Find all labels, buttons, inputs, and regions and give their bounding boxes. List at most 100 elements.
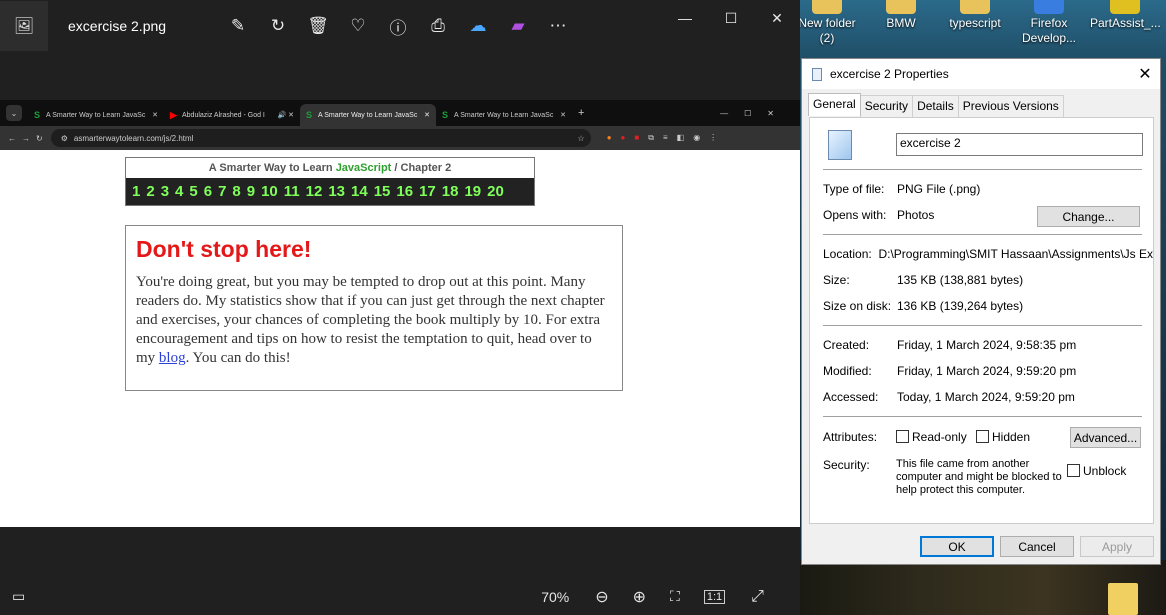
address-bar[interactable]: ⚙ asmarterwaytolearn.com/js/2.html ☆ [50,129,591,147]
rotate-icon[interactable]: ↻ [258,6,298,46]
zoom-in-icon[interactable]: ⊕ [633,587,646,607]
chapter-link[interactable]: 11 [284,183,300,200]
browser-tab[interactable]: S A Smarter Way to Learn JavaSc ✕ [28,104,164,126]
fullscreen-icon[interactable]: ⤢ [751,588,764,606]
site-info-icon[interactable]: ⚙ [61,134,68,143]
unblock-checkbox[interactable]: Unblock [1067,464,1126,478]
desktop-icon-bmw[interactable]: BMW [866,0,936,31]
reload-icon[interactable]: ↻ [36,134,43,143]
back-icon[interactable]: ← [8,134,16,143]
hidden-checkbox[interactable]: Hidden [976,430,1030,444]
separator [823,234,1142,235]
desktop-file-icon[interactable] [1108,583,1138,615]
profile-icon[interactable]: ◉ [693,133,700,143]
delete-icon[interactable]: 🗑 [298,6,338,46]
desktop-icon-typescript[interactable]: typescript [940,0,1010,31]
desktop-icon-new-folder[interactable]: New folder (2) [792,0,862,46]
chapter-link[interactable]: 4 [175,183,183,200]
maximize-button[interactable]: ☐ [708,0,754,36]
actual-size-icon[interactable]: 1:1 [703,589,726,604]
close-button[interactable]: ✕ [754,0,800,36]
separator [823,325,1142,326]
gallery-icon[interactable]: 🖼 [0,1,48,51]
edit-icon[interactable]: ✎ [218,6,258,46]
filename-input[interactable]: excercise 2 [896,133,1143,156]
media-icon[interactable]: ≡ [663,133,668,143]
browser-toolbar: ← → ↻ ⚙ asmarterwaytolearn.com/js/2.html… [0,126,800,150]
chapter-link[interactable]: 15 [374,183,391,200]
folder-icon [886,0,916,14]
photos-bottombar: ▭ 70% ⊖ ⊕ ⛶ 1:1 ⤢ [0,578,800,615]
change-button[interactable]: Change... [1037,206,1140,227]
bookmark-star-icon[interactable]: ☆ [578,134,585,143]
chapter-link[interactable]: 16 [396,183,413,200]
chapter-link[interactable]: 20 [487,183,504,200]
sidepanel-icon[interactable]: ◧ [677,133,685,143]
browser-tab[interactable]: S A Smarter Way to Learn JavaSc ✕ [436,104,572,126]
info-icon[interactable]: ⓘ [378,6,418,46]
size-on-disk-row: Size on disk: 136 KB (139,264 bytes) [823,299,1024,313]
close-icon[interactable]: ✕ [1130,64,1160,84]
extensions-puzzle-icon[interactable]: ⧉ [648,133,654,143]
forward-icon[interactable]: → [22,134,30,143]
zoom-out-icon[interactable]: ⊖ [595,587,608,607]
youtube-favicon: ▶ [170,110,177,120]
created-row: Created: Friday, 1 March 2024, 9:58:35 pm [823,338,1077,352]
minimize-button[interactable]: — [662,0,708,36]
chapter-link[interactable]: 6 [204,183,212,200]
new-tab-icon[interactable]: + [578,107,584,119]
filmstrip-icon[interactable]: ▭ [12,588,25,605]
browser-menu-icon[interactable]: ⋮ [709,133,717,143]
favorite-icon[interactable]: ♡ [338,6,378,46]
onedrive-icon[interactable]: ☁ [458,6,498,46]
chapter-link[interactable]: 7 [218,183,226,200]
tab-search-icon[interactable]: ⌄ [6,105,22,121]
zoom-level[interactable]: 70% [541,589,581,605]
chapter-link[interactable]: 9 [247,183,255,200]
chapter-link[interactable]: 17 [419,183,436,200]
readonly-checkbox[interactable]: Read-only [896,430,967,444]
advanced-button[interactable]: Advanced... [1070,427,1141,448]
dont-stop-callout: Don't stop here! You're doing great, but… [125,225,623,391]
desktop-icon-partassist[interactable]: PartAssist_... [1090,0,1161,31]
more-icon[interactable]: ⋯ [538,6,578,46]
desktop-icon-firefox[interactable]: Firefox Develop... [1014,0,1084,46]
callout-text: You're doing great, but you may be tempt… [136,274,605,366]
chapter-link[interactable]: 1 [132,183,140,200]
chapter-link[interactable]: 5 [189,183,197,200]
tab-general[interactable]: General [808,93,861,116]
browser-tab-active[interactable]: S A Smarter Way to Learn JavaSc ✕ [300,104,436,126]
fit-window-icon[interactable]: ⛶ [670,588,680,605]
file-type-icon [812,67,822,81]
chapter-link[interactable]: 8 [232,183,240,200]
file-title: excercise 2.png [68,18,167,34]
png-file-icon [828,130,852,160]
browser-window-controls[interactable]: —☐✕ [720,109,790,118]
chapter-link[interactable]: 12 [306,183,323,200]
chapter-link[interactable]: 19 [464,183,481,200]
site-favicon: S [34,110,41,120]
firefox-icon [1034,0,1064,14]
clipchamp-icon[interactable]: ▰ [498,6,538,46]
blog-link[interactable]: blog [159,350,186,366]
print-icon[interactable]: ⎙ [418,6,458,46]
browser-tab[interactable]: ▶ Abdulaziz Alrashed - God I 🔊 ✕ [164,104,300,126]
chapter-link[interactable]: 2 [146,183,154,200]
apply-button[interactable]: Apply [1080,536,1154,557]
chapter-link[interactable]: 3 [161,183,169,200]
properties-titlebar: excercise 2 Properties ✕ [802,59,1160,89]
extension-icon[interactable]: ■ [634,133,639,143]
browser-tab-strip: ⌄ S A Smarter Way to Learn JavaSc ✕ ▶ Abd… [0,100,800,126]
extension-icon[interactable]: ● [621,133,626,143]
chapter-link[interactable]: 14 [351,183,368,200]
chapter-link[interactable]: 13 [328,183,345,200]
tab-security[interactable]: Security [859,95,914,118]
chapter-link[interactable]: 10 [261,183,278,200]
extension-icon[interactable]: ● [607,133,612,143]
tab-previous-versions[interactable]: Previous Versions [957,95,1064,118]
ok-button[interactable]: OK [920,536,994,557]
chapter-link[interactable]: 18 [442,183,459,200]
tab-details[interactable]: Details [912,95,959,118]
accessed-row: Accessed: Today, 1 March 2024, 9:59:20 pm [823,390,1075,404]
cancel-button[interactable]: Cancel [1000,536,1074,557]
